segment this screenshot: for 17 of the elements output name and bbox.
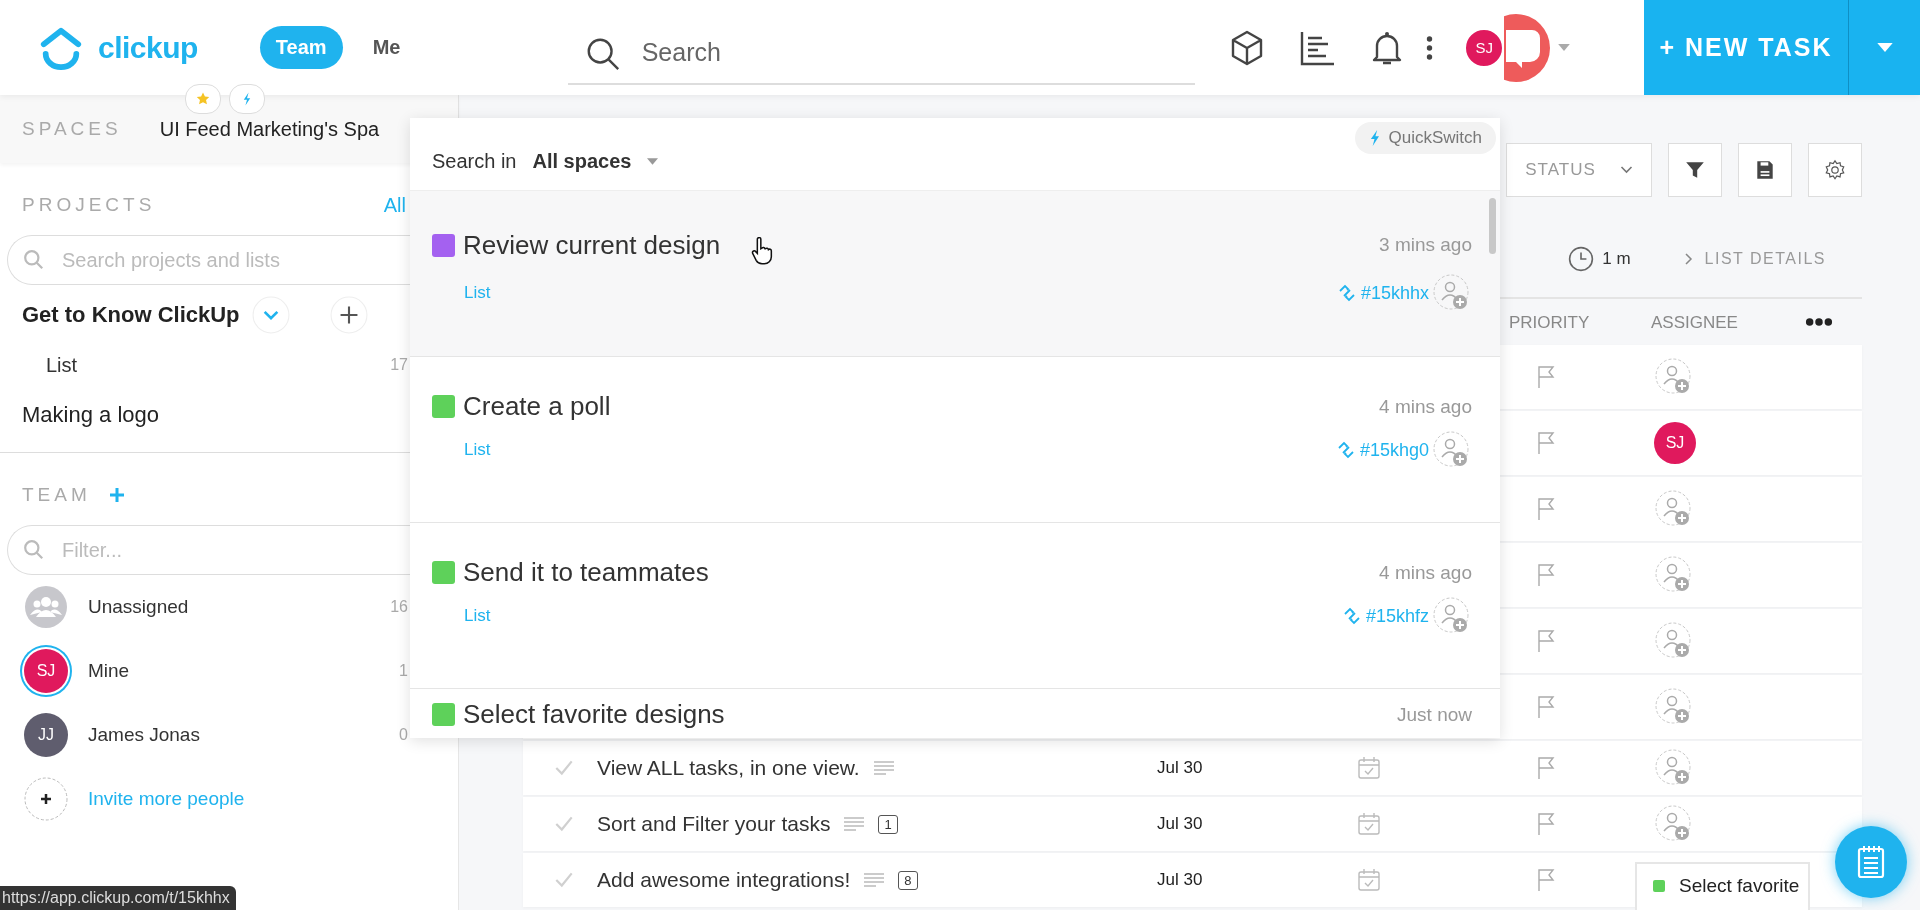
section-label: SPACES [22, 118, 122, 140]
quickswitch-badge: QuickSwitch [1355, 122, 1496, 154]
task-count: 0 [399, 726, 408, 744]
task-count: 1 [399, 662, 408, 680]
result-time: Just now [1397, 703, 1472, 726]
user-avatar: SJ [24, 649, 68, 693]
result-time: 4 mins ago [1379, 561, 1472, 584]
result-time: 4 mins ago [1379, 395, 1472, 418]
time-tracked: 1 m [1602, 249, 1631, 269]
toast-text: Select favorite [1679, 875, 1800, 897]
user-avatar: JJ [24, 713, 68, 757]
task-count: 16 [390, 598, 408, 616]
result-time: 3 mins ago [1379, 234, 1472, 256]
section-label: PROJECTS [22, 194, 156, 216]
task-count: 17 [390, 356, 408, 374]
status-url: https://app.clickup.com/t/15khhx [0, 886, 236, 910]
section-label: TEAM [22, 484, 91, 506]
